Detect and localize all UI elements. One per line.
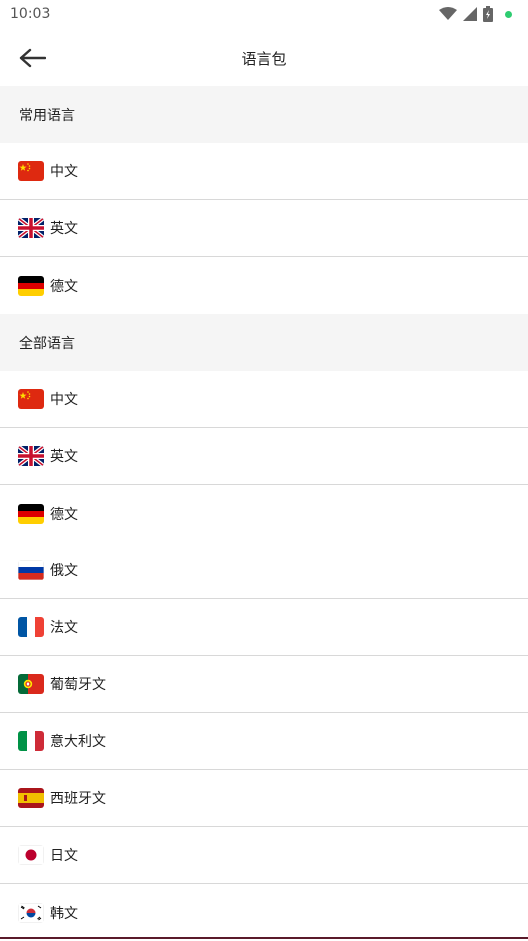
app-bar: 语言包 (0, 30, 528, 86)
status-icons (439, 6, 512, 22)
china-flag-icon (18, 161, 44, 181)
language-label: 日文 (50, 848, 78, 864)
language-label: 意大利文 (50, 734, 106, 750)
language-label: 英文 (50, 449, 78, 465)
language-row-chinese[interactable]: 中文 (0, 143, 528, 200)
section-header-all: 全部语言 (0, 314, 528, 371)
spain-flag-icon (18, 788, 44, 808)
language-row-japanese[interactable]: 日文 (0, 827, 528, 884)
battery-icon (483, 6, 493, 22)
status-bar: 10:03 (0, 0, 528, 30)
portugal-flag-icon (18, 674, 44, 694)
korea-flag-icon (18, 902, 44, 923)
language-row-english[interactable]: 英文 (0, 200, 528, 257)
language-row-french[interactable]: 法文 (0, 599, 528, 656)
germany-flag-icon (18, 275, 44, 296)
uk-flag-icon (18, 446, 44, 466)
japan-flag-icon (18, 845, 44, 865)
germany-flag-icon (18, 503, 44, 524)
language-label: 中文 (50, 164, 78, 180)
language-label: 韩文 (50, 905, 78, 922)
language-row-german[interactable]: 德文 (0, 485, 528, 542)
uk-flag-icon (18, 218, 44, 238)
language-row-german[interactable]: 德文 (0, 257, 528, 314)
section-header-common: 常用语言 (0, 86, 528, 143)
language-row-italian[interactable]: 意大利文 (0, 713, 528, 770)
china-flag-icon (18, 389, 44, 409)
status-time: 10:03 (10, 6, 51, 22)
language-row-russian[interactable]: 俄文 (0, 542, 528, 599)
language-label: 英文 (50, 221, 78, 237)
language-label: 俄文 (50, 563, 78, 579)
language-row-portuguese[interactable]: 葡萄牙文 (0, 656, 528, 713)
language-row-english[interactable]: 英文 (0, 428, 528, 485)
russia-flag-icon (18, 560, 44, 580)
france-flag-icon (18, 617, 44, 637)
language-label: 德文 (50, 506, 78, 523)
language-row-korean[interactable]: 韩文 (0, 884, 528, 941)
language-row-chinese[interactable]: 中文 (0, 371, 528, 428)
signal-icon (463, 7, 477, 21)
wifi-icon (439, 7, 457, 20)
language-label: 葡萄牙文 (50, 677, 106, 693)
language-label: 德文 (50, 278, 78, 295)
language-label: 西班牙文 (50, 791, 106, 807)
language-row-spanish[interactable]: 西班牙文 (0, 770, 528, 827)
language-label: 法文 (50, 620, 78, 636)
page-title: 语言包 (241, 50, 287, 68)
language-label: 中文 (50, 392, 78, 408)
notification-dot-icon (505, 10, 512, 18)
italy-flag-icon (18, 731, 44, 751)
